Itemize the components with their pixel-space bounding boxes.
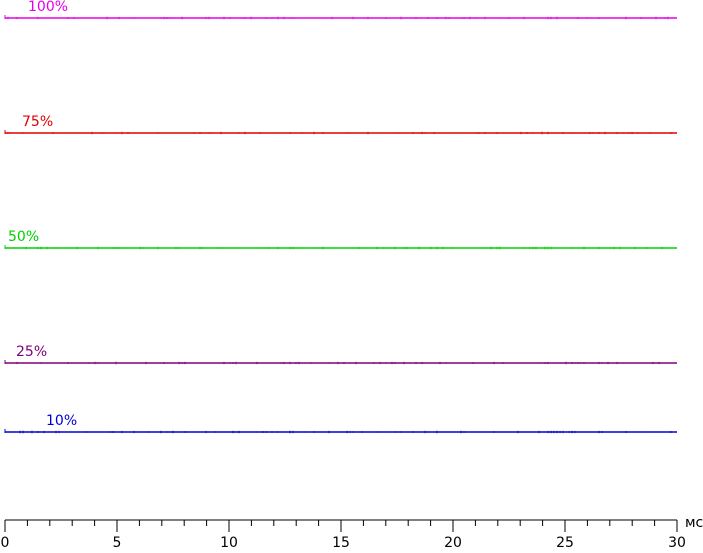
series-100-percent <box>4 15 677 20</box>
series-label-layer: 100% 75% 50% 25% 10% <box>8 0 77 429</box>
series-label-75: 75% <box>22 114 53 130</box>
x-tick-label: 5 <box>113 535 122 548</box>
x-tick-label: 30 <box>668 535 686 548</box>
series-75-percent <box>4 130 677 135</box>
series-label-25: 25% <box>16 344 47 360</box>
x-tick-label: 10 <box>220 535 238 548</box>
x-tick-label: 0 <box>1 535 10 548</box>
x-tick-label: 15 <box>332 535 350 548</box>
x-tick-label: 25 <box>556 535 574 548</box>
series-label-10: 10% <box>46 413 77 429</box>
series-10-percent <box>4 429 677 434</box>
chart: 100% 75% 50% 25% 10% 0 5 10 15 20 25 30 мс <box>0 0 703 551</box>
x-tick-label: 20 <box>444 535 462 548</box>
series-layer <box>4 15 677 434</box>
x-axis: 0 5 10 15 20 25 30 мс <box>1 515 703 551</box>
series-50-percent <box>4 245 677 250</box>
x-axis-unit-label: мс <box>685 515 703 531</box>
series-label-50: 50% <box>8 229 39 245</box>
chart-svg: 100% 75% 50% 25% 10% 0 5 10 15 20 25 30 мс <box>1 0 703 551</box>
series-label-100: 100% <box>28 0 68 15</box>
series-25-percent <box>4 360 677 365</box>
